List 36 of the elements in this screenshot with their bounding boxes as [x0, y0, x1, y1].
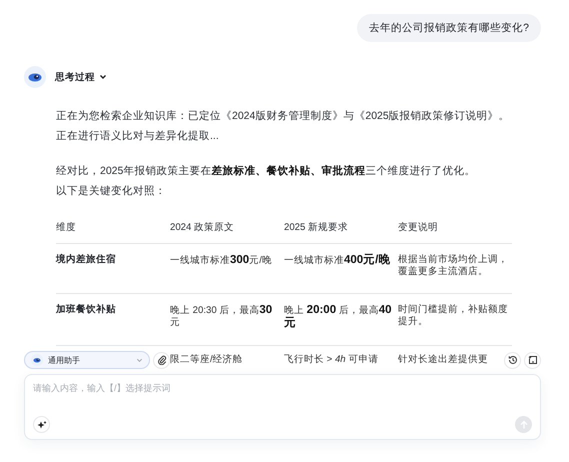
column-header: 变更说明	[398, 222, 438, 234]
table-cell: 飞行时长 > 4h 可申请	[284, 354, 378, 366]
answer-text: 正在进行语义比对与差异化提取...	[56, 129, 220, 144]
answer-text: 经对比，2025年报销政策主要在差旅标准、餐饮补贴、审批流程三个维度进行了优化。	[56, 164, 476, 179]
history-icon	[508, 355, 518, 365]
table-cell: 一线城市标准400元/晚	[284, 254, 390, 267]
assistant-icon	[31, 354, 43, 366]
table-cell: 针对长途出差提供更	[398, 354, 488, 366]
thinking-toggle[interactable]: 思考过程	[55, 70, 107, 84]
chat-box-icon	[528, 355, 538, 365]
table-cell-text: 根据当前市场均价上调，覆盖更多主流酒店。	[398, 254, 509, 278]
assistant-selector[interactable]: 通用助手	[24, 351, 150, 369]
user-message: 去年的公司报销政策有哪些变化?	[357, 14, 541, 42]
chevron-icon	[99, 73, 107, 81]
column-header: 2024 政策原文	[170, 222, 234, 234]
paperclip-icon	[156, 355, 166, 365]
table-cell: 一线城市标准300元/晚	[170, 254, 272, 267]
table-cell: 限二等座/经济舱	[170, 354, 243, 366]
sparkle-icon	[36, 420, 46, 430]
table-cell-text: 晚上 20:00 后，最高40元	[284, 304, 393, 330]
prompt-button[interactable]	[33, 416, 50, 433]
assistant-avatar	[24, 66, 46, 88]
table-cell-text: 时间门槛提前，补贴额度提升。	[398, 304, 509, 328]
attach-button[interactable]	[153, 352, 170, 368]
table-cell: 境内差旅住宿	[56, 254, 116, 266]
arrow-up-icon	[518, 420, 528, 430]
new-chat-button[interactable]	[524, 352, 541, 368]
column-header: 2025 新规要求	[284, 222, 348, 234]
caret-icon	[136, 356, 143, 364]
column-header: 维度	[56, 222, 76, 234]
history-button[interactable]	[504, 352, 521, 368]
answer-text: 正在为您检索企业知识库：已定位《2024版财务管理制度》与《2025版报销政策修订说明》。	[56, 109, 511, 124]
table-cell: 加班餐饮补贴	[56, 304, 116, 316]
table-cell-text: 晚上 20:30 后，最高30元	[170, 304, 274, 330]
answer-text: 以下是关键变化对照：	[56, 184, 167, 199]
message-input[interactable]: 请输入内容，输入【/】选择提示词	[33, 381, 532, 395]
